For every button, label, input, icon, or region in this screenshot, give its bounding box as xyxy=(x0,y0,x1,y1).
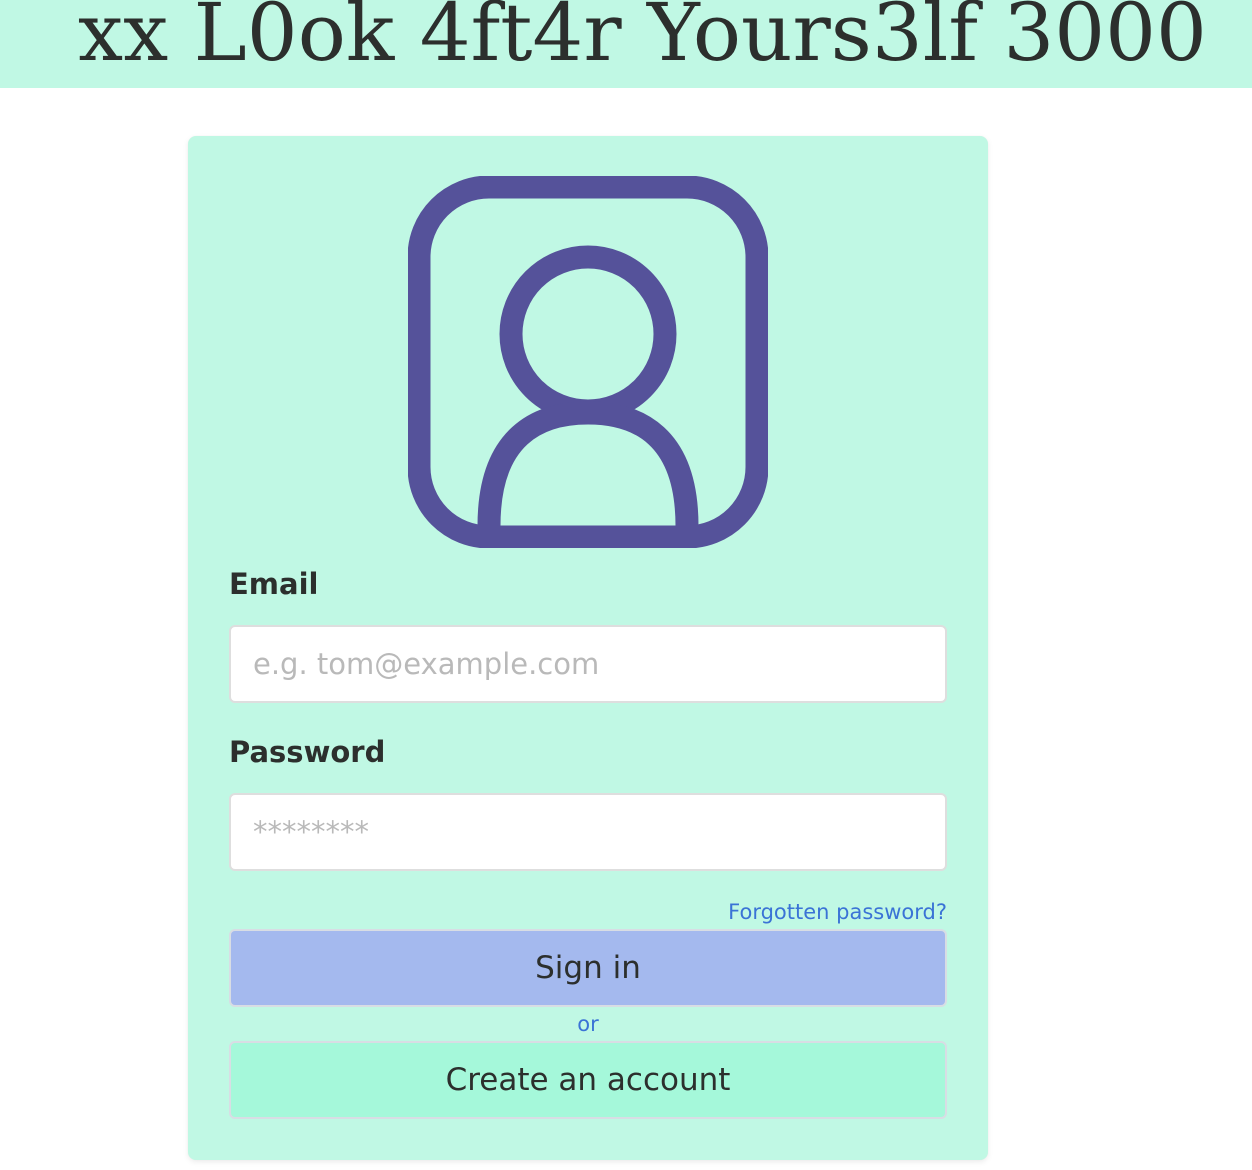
forgot-password-link[interactable]: Forgotten password? xyxy=(728,898,947,926)
login-card: Email Password Forgotten password? Sign … xyxy=(188,136,988,1160)
sign-in-button[interactable]: Sign in xyxy=(229,929,947,1007)
email-field[interactable] xyxy=(229,625,947,703)
site-header: xx L0ok 4ft4r Yours3lf 3000 xyxy=(0,0,1252,88)
password-field[interactable] xyxy=(229,793,947,871)
create-account-button[interactable]: Create an account xyxy=(229,1041,947,1119)
or-divider-text: or xyxy=(577,1012,599,1036)
email-label: Email xyxy=(229,567,319,601)
password-label: Password xyxy=(229,735,386,769)
user-profile-icon xyxy=(408,176,768,548)
site-title: xx L0ok 4ft4r Yours3lf 3000 xyxy=(78,0,1207,79)
